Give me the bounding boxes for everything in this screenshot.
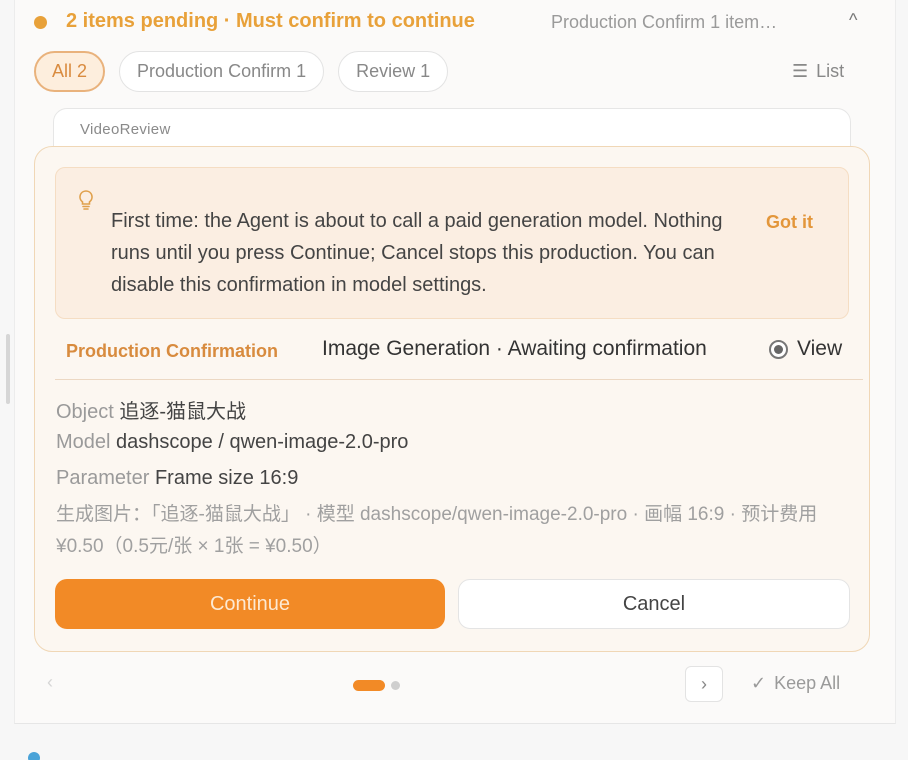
model-field: Model dashscope / qwen-image-2.0-pro — [56, 431, 408, 454]
continue-button[interactable]: Continue — [55, 579, 445, 629]
object-value: 追逐-猫鼠大战 — [119, 401, 247, 423]
filter-review[interactable]: Review 1 — [338, 51, 449, 92]
filter-chips: All 2 Production Confirm 1 Review 1 — [34, 51, 449, 92]
object-field: Object 追逐-猫鼠大战 — [56, 395, 246, 424]
pending-title: 2 items pending · Must confirm to contin… — [66, 10, 475, 32]
keep-all-label: Keep All — [774, 673, 841, 693]
section-header: Production Confirmation Image Generation… — [35, 327, 869, 379]
model-key: Model — [56, 431, 111, 453]
next-item-row — [28, 748, 328, 760]
pager-prev-button[interactable]: ‹ — [47, 672, 53, 693]
filter-production-confirm[interactable]: Production Confirm 1 — [119, 51, 325, 92]
cancel-button[interactable]: Cancel — [458, 579, 850, 629]
check-icon: ✓ — [751, 673, 767, 693]
first-time-notice: First time: the Agent is about to call a… — [55, 167, 849, 319]
keep-all-button[interactable]: ✓ Keep All — [751, 673, 840, 694]
panel-header[interactable]: 2 items pending · Must confirm to contin… — [15, 0, 895, 44]
pager-dot[interactable] — [391, 681, 400, 690]
background-card-label: VideoReview — [80, 121, 171, 138]
lightbulb-icon — [78, 190, 94, 215]
model-value: dashscope / qwen-image-2.0-pro — [116, 431, 409, 453]
confirmation-card: First time: the Agent is about to call a… — [34, 146, 870, 652]
pending-panel: 2 items pending · Must confirm to contin… — [14, 0, 896, 724]
status-dot-icon — [28, 752, 40, 760]
parameter-key: Parameter — [56, 467, 150, 489]
got-it-button[interactable]: Got it — [766, 212, 813, 233]
pending-subtitle: Production Confirm 1 item… — [551, 12, 778, 32]
pager-next-button[interactable]: › — [685, 666, 723, 702]
filter-all[interactable]: All 2 — [34, 51, 106, 92]
pager-dots — [353, 680, 400, 691]
view-button[interactable]: View — [769, 337, 842, 361]
list-view-toggle[interactable]: ☰ List — [792, 61, 844, 82]
section-status: Image Generation · Awaiting confirmation — [322, 337, 707, 360]
section-label: Production Confirmation — [66, 341, 278, 361]
pending-dot-icon — [34, 16, 47, 29]
view-label: View — [797, 337, 843, 360]
view-radio-icon — [769, 339, 788, 359]
cost-description: 生成图片：「追逐-猫鼠大战」 · 模型 dashscope/qwen-image… — [56, 504, 818, 557]
object-key: Object — [56, 401, 114, 423]
parameter-field: Parameter Frame size 16:9 — [56, 467, 298, 490]
pager-dot-active[interactable] — [353, 680, 385, 691]
scrollbar-thumb[interactable] — [6, 334, 10, 404]
divider — [55, 379, 863, 380]
collapse-chevron-icon[interactable]: ^ — [849, 10, 857, 31]
list-icon: ☰ — [792, 61, 809, 81]
list-label: List — [816, 61, 845, 81]
parameter-value: Frame size 16:9 — [154, 467, 299, 489]
notice-text: First time: the Agent is about to call a… — [111, 210, 723, 296]
